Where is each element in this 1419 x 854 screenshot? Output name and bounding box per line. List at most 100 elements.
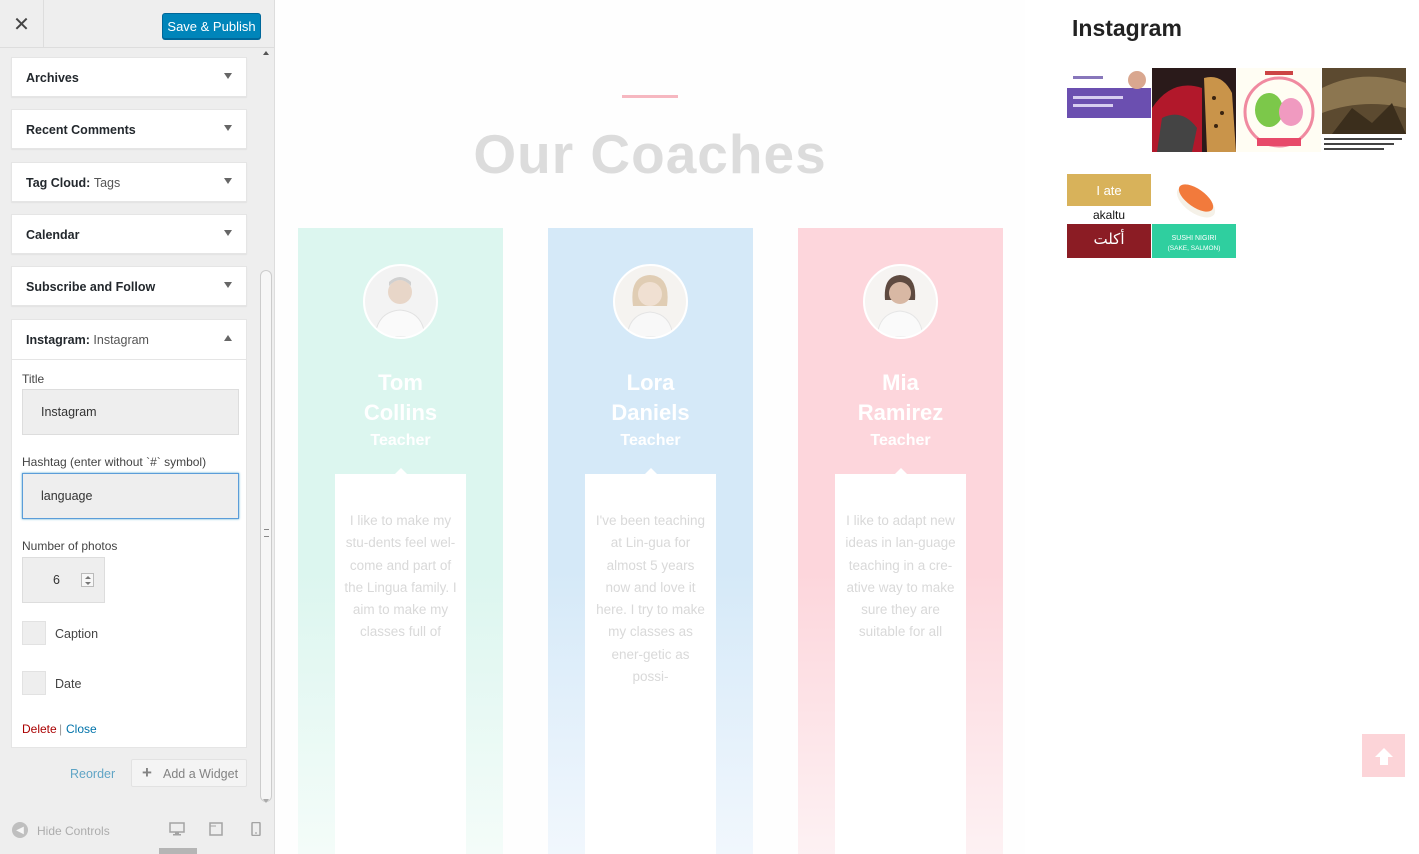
site-preview: Our Coaches Tom Collins Teacher I like to… [275,0,1419,854]
coach-name: Lora Daniels [611,370,690,425]
photo-caption: akaltu [1093,208,1125,222]
reorder-link[interactable]: Reorder [70,767,115,781]
coach-card-lora: Lora Daniels Teacher I've been teaching a… [548,228,753,854]
instagram-photo[interactable]: I ate akaltu أكلت [1067,174,1151,258]
customizer-sidebar: ✕ Save & Publish Archives Recent Comment… [0,0,275,854]
photo-caption: (SAKE, SALMON) [1168,245,1221,252]
customizer-header: ✕ Save & Publish [0,0,274,48]
sidebar-scrollbar[interactable] [259,48,274,808]
hide-controls-icon[interactable]: ◀ [12,822,28,838]
mobile-preview-icon[interactable] [248,822,264,836]
title-field-label: Title [22,372,45,386]
widget-title: Archives [26,71,79,85]
photo-caption: أكلت [1093,229,1124,248]
scroll-to-top-button[interactable] [1362,734,1405,777]
widget-instagram-header[interactable]: Instagram: Instagram [12,320,246,360]
add-widget-button[interactable]: + Add a Widget [131,759,247,787]
hashtag-field-label: Hashtag (enter without `#` symbol) [22,455,207,469]
photos-count-label: Number of photos [22,539,118,553]
grip-icon [264,529,269,537]
widget-title: Instagram: Instagram [26,333,149,347]
photo-thumbnail-icon [1067,68,1151,152]
person-photo-icon [365,266,436,337]
stepper-spin-icon[interactable] [81,573,94,587]
expand-arrow-icon[interactable] [224,230,232,236]
arrow-up-icon [1374,747,1393,765]
coach-bio: I like to make my stu-dents feel wel-com… [344,513,457,640]
coach-bio-card: I like to adapt new ideas in lan-guage t… [835,474,966,854]
coach-card-mia: Mia Ramirez Teacher I like to adapt new i… [798,228,1003,854]
instagram-widget-title: Instagram [1072,15,1182,41]
avatar [863,264,938,339]
coach-bio: I like to adapt new ideas in lan-guage t… [845,513,956,640]
instagram-photo[interactable] [1237,68,1321,152]
photos-count-value: 6 [53,573,60,587]
coach-bio: I've been teaching at Lin-gua for almost… [595,513,706,685]
widget-title: Recent Comments [26,123,136,137]
coach-name: Mia Ramirez [857,370,944,425]
add-widget-label: Add a Widget [163,767,239,781]
close-widget-link[interactable]: Close [66,722,97,736]
scroll-up-icon[interactable] [263,51,269,55]
title-accent-line [622,95,678,98]
coach-bio-card: I've been teaching at Lin-gua for almost… [585,474,716,854]
widget-recent-comments[interactable]: Recent Comments [11,109,247,149]
instagram-photo[interactable] [1152,68,1236,152]
instagram-photo[interactable] [1322,68,1406,152]
widget-instagram-expanded: Instagram: Instagram Title Instagram Has… [11,319,247,748]
stepper-down-icon[interactable] [85,582,91,585]
instagram-photo[interactable] [1067,68,1151,152]
widget-archives[interactable]: Archives [11,57,247,97]
collapse-arrow-icon[interactable] [224,335,232,341]
expand-arrow-icon[interactable] [224,125,232,131]
delete-widget-link[interactable]: Delete [22,722,57,736]
photo-thumbnail-icon [1322,68,1406,152]
stepper-up-icon[interactable] [85,576,91,579]
avatar [613,264,688,339]
widget-title: Subscribe and Follow [26,280,156,294]
photo-thumbnail-icon: SUSHI NIGIRI (SAKE, SALMON) [1152,174,1236,258]
avatar [363,264,438,339]
photo-thumbnail-icon [1152,68,1236,152]
section-title: Our Coaches [473,123,827,185]
photo-caption: SUSHI NIGIRI [1172,235,1217,242]
expand-arrow-icon[interactable] [224,178,232,184]
close-customizer-button[interactable]: ✕ [0,0,44,48]
person-photo-icon [615,266,686,337]
coach-role: Teacher [870,432,931,449]
scroll-down-icon[interactable] [263,799,269,803]
expand-arrow-icon[interactable] [224,282,232,288]
coach-name: Tom Collins [363,370,438,425]
link-separator: | [59,722,63,736]
caption-checkbox[interactable] [22,621,46,645]
save-publish-button[interactable]: Save & Publish [162,13,261,39]
scrollbar-thumb[interactable] [260,270,272,802]
date-checkbox[interactable] [22,671,46,695]
photo-thumbnail-icon: I ate akaltu أكلت [1067,174,1151,258]
plus-icon: + [142,763,152,782]
hashtag-input[interactable]: language [22,473,239,519]
photo-caption: I ate [1096,183,1121,198]
widget-subtitle: Instagram [93,333,149,347]
active-device-indicator [159,848,197,854]
customizer-screen: ✕ Save & Publish Archives Recent Comment… [0,0,1419,854]
tablet-preview-icon[interactable] [208,822,224,836]
widget-calendar[interactable]: Calendar [11,214,247,254]
instagram-photo[interactable]: SUSHI NIGIRI (SAKE, SALMON) [1152,174,1236,258]
coach-bio-card: I like to make my stu-dents feel wel-com… [335,474,466,854]
widget-title: Tag Cloud: Tags [26,176,121,190]
widget-tag-cloud[interactable]: Tag Cloud: Tags [11,162,247,202]
photo-thumbnail-icon [1237,68,1321,152]
customizer-footer: ◀ Hide Controls [0,808,274,854]
photos-count-stepper[interactable]: 6 [22,557,105,603]
title-input[interactable]: Instagram [22,389,239,435]
date-label: Date [55,677,82,691]
desktop-preview-icon[interactable] [169,822,185,836]
coach-role: Teacher [370,432,431,449]
coach-card-tom: Tom Collins Teacher I like to make my stu… [298,228,503,854]
expand-arrow-icon[interactable] [224,73,232,79]
widget-title: Calendar [26,228,80,242]
widget-subscribe-follow[interactable]: Subscribe and Follow [11,266,247,306]
coaches-section: Our Coaches Tom Collins Teacher I like to… [275,0,1025,854]
hide-controls-button[interactable]: Hide Controls [37,824,110,838]
